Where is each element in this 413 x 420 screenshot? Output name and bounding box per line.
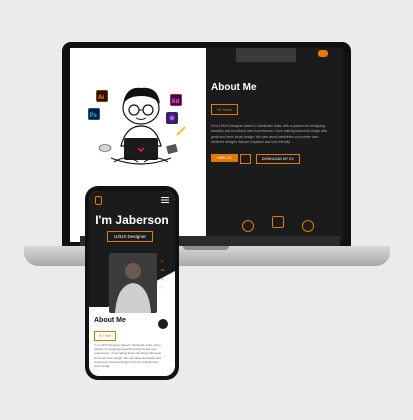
phone-about-title: About Me bbox=[94, 317, 126, 324]
behance-icon[interactable]: Be bbox=[161, 268, 169, 272]
profile-photo bbox=[109, 253, 157, 313]
ai-icon: Ai bbox=[96, 90, 108, 102]
arrow-icon[interactable] bbox=[240, 154, 251, 164]
menu-icon[interactable] bbox=[161, 197, 169, 203]
download-cv-button[interactable]: DOWNLOAD MY CV bbox=[256, 154, 300, 164]
skill-icon-2 bbox=[272, 216, 284, 228]
ps-icon: Ps bbox=[88, 108, 100, 120]
svg-text:Ai: Ai bbox=[98, 95, 104, 101]
hire-button[interactable]: HIRE US bbox=[211, 154, 238, 162]
xd-icon: Xd bbox=[170, 94, 182, 106]
scroll-button[interactable] bbox=[158, 319, 168, 329]
linkedin-icon[interactable]: in bbox=[161, 259, 169, 263]
laptop-notch bbox=[183, 246, 229, 250]
social-links: in Be Dr f bbox=[161, 259, 169, 299]
svg-text:Ps: Ps bbox=[90, 113, 98, 119]
svg-text:Xd: Xd bbox=[172, 99, 180, 105]
hero-name: I'm Jaberson bbox=[95, 213, 169, 227]
figma-icon bbox=[166, 112, 178, 124]
phone-screen: I'm Jaberson UI/UX Designer in Be Dr f A… bbox=[89, 191, 175, 376]
mouse-icon bbox=[98, 144, 112, 152]
role-badge: UI/UX Designer bbox=[107, 231, 153, 242]
about-title: About Me bbox=[211, 82, 257, 93]
menu-button[interactable] bbox=[318, 50, 328, 57]
phone-about-description: I'm a UI/UX Designer based in Tamilnadu … bbox=[94, 343, 162, 369]
pencil-icon bbox=[176, 126, 186, 136]
skill-icon-3 bbox=[302, 220, 314, 232]
about-panel: About Me Hi There I'm a UI/UX Designer b… bbox=[206, 48, 343, 242]
skill-icon-1 bbox=[242, 220, 254, 232]
phone-icon bbox=[166, 144, 178, 154]
phone-greeting-badge: Hi There bbox=[94, 331, 117, 341]
dribbble-icon[interactable]: Dr bbox=[161, 277, 169, 281]
facebook-icon[interactable]: f bbox=[161, 286, 169, 290]
about-description: I'm a UI/UX Designer based in Tamilnadu … bbox=[211, 124, 327, 145]
greeting-badge: Hi There bbox=[211, 104, 239, 115]
person-icon bbox=[115, 263, 151, 313]
logo-icon bbox=[95, 196, 102, 205]
top-image-strip bbox=[236, 48, 296, 62]
